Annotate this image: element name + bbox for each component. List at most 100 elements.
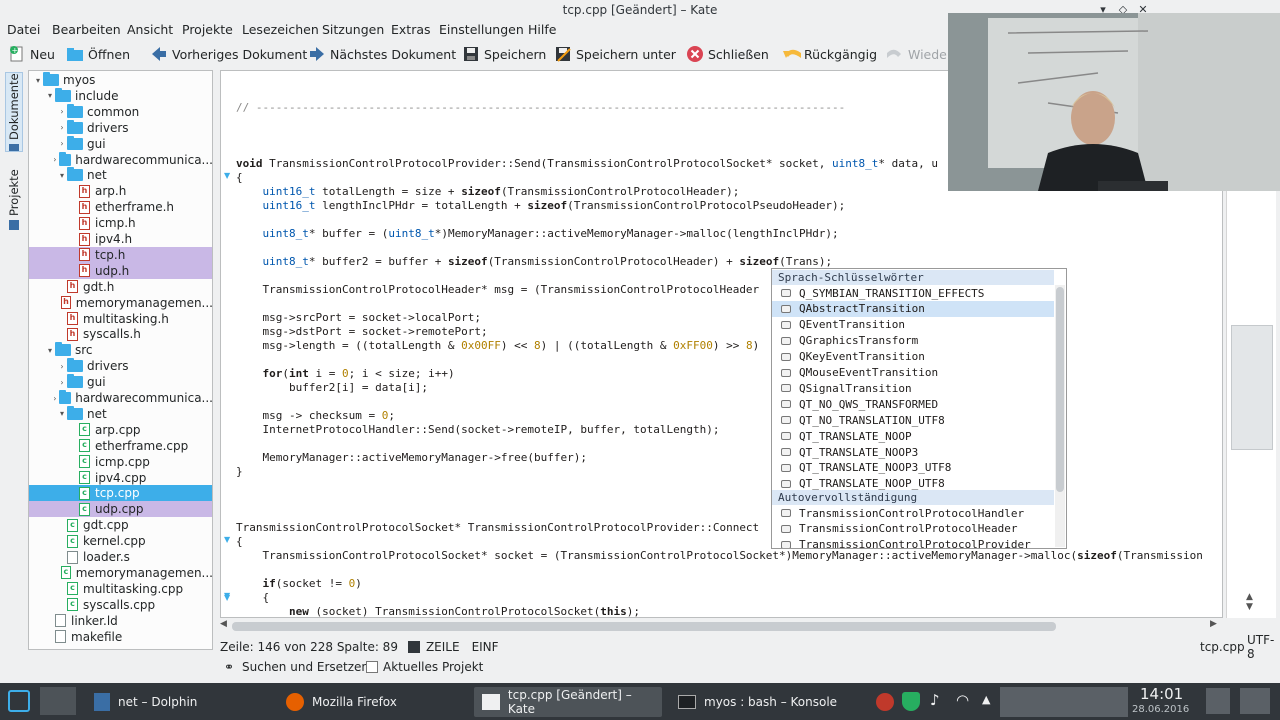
chevron-down-icon[interactable]: ▾ (57, 171, 67, 180)
tree-folder[interactable]: › hardwarecommunica... (29, 151, 212, 168)
save-button[interactable]: Speichern (462, 42, 546, 66)
menu-lesezeichen[interactable]: Lesezeichen (242, 22, 319, 37)
tree-file[interactable]: c icmp.cpp (29, 454, 212, 470)
panel-settings-icon[interactable] (1240, 688, 1270, 714)
fold-marker-icon[interactable]: ▼ (224, 593, 230, 602)
volume-icon[interactable]: ♪ (930, 691, 940, 709)
menu-ansicht[interactable]: Ansicht (127, 22, 173, 37)
completion-item[interactable]: QEventTransition (772, 317, 1054, 333)
tab-documents[interactable]: Dokumente (5, 72, 23, 152)
tree-file[interactable]: h icmp.h (29, 215, 212, 231)
completion-item[interactable]: QAbstractTransition (772, 300, 1054, 317)
open-button[interactable]: Öffnen (66, 42, 130, 66)
tree-file[interactable]: loader.s (29, 549, 212, 565)
chevron-right-icon[interactable]: › (57, 139, 67, 148)
completion-item[interactable]: QT_TRANSLATE_NOOP3_UTF8 (772, 460, 1054, 476)
scroll-right-icon[interactable]: ▶ (1210, 619, 1217, 629)
code-line[interactable]: InternetProtocolHandler::Send(socket->re… (236, 423, 719, 436)
tree-folder[interactable]: › drivers (29, 358, 212, 374)
task-firefox[interactable]: Mozilla Firefox (278, 687, 466, 717)
tree-folder[interactable]: › drivers (29, 119, 212, 136)
network-icon[interactable]: ◠ (956, 691, 969, 709)
chevron-down-icon[interactable]: ▾ (45, 91, 55, 100)
clock-time[interactable]: 14:01 (1140, 685, 1183, 703)
code-line[interactable]: msg->dstPort = socket->remotePort; (236, 325, 487, 338)
code-line[interactable]: } (236, 465, 243, 478)
prev-document-button[interactable]: Vorheriges Dokument (150, 42, 307, 66)
tree-file[interactable]: makefile (29, 629, 212, 645)
code-line[interactable]: uint16_t totalLength = size + sizeof(Tra… (236, 185, 740, 198)
code-line[interactable]: for(int i = 0; i < size; i++) (236, 367, 455, 380)
tray-arrow-icon[interactable]: ▲ (982, 693, 990, 706)
tree-file[interactable]: h ipv4.h (29, 231, 212, 247)
clock-date[interactable]: 28.06.2016 (1132, 704, 1189, 715)
tab-projects[interactable]: Projekte (5, 160, 23, 230)
code-line[interactable]: void TransmissionControlProtocolProvider… (236, 157, 938, 170)
menu-projekte[interactable]: Projekte (182, 22, 233, 37)
tree-file[interactable]: h arp.h (29, 183, 212, 199)
tree-file[interactable]: h udp.h (29, 262, 212, 279)
completion-item[interactable]: QT_TRANSLATE_NOOP3 (772, 444, 1054, 460)
menu-bearbeiten[interactable]: Bearbeiten (52, 22, 121, 37)
fold-marker-icon[interactable]: ▼ (224, 535, 230, 544)
tree-folder[interactable]: ▾ src (29, 342, 212, 358)
tree-file[interactable]: h multitasking.h (29, 311, 212, 327)
code-line[interactable]: if(socket != 0) (236, 577, 362, 590)
code-line[interactable]: buffer2[i] = data[i]; (236, 381, 428, 394)
completion-item[interactable]: TransmissionControlProtocolHandler (772, 505, 1054, 521)
code-line[interactable]: TransmissionControlProtocolSocket* socke… (236, 549, 1202, 562)
menu-hilfe[interactable]: Hilfe (528, 22, 556, 37)
tree-folder[interactable]: ▾ net (29, 405, 212, 422)
tree-file[interactable]: c kernel.cpp (29, 533, 212, 549)
tree-file[interactable]: c udp.cpp (29, 501, 212, 518)
completion-item[interactable]: QT_NO_QWS_TRANSFORMED (772, 396, 1054, 412)
tree-folder[interactable]: › gui (29, 135, 212, 152)
tree-folder[interactable]: ▾ net (29, 167, 212, 183)
completion-item[interactable]: Q_SYMBIAN_TRANSITION_EFFECTS (772, 285, 1054, 301)
undo-button[interactable]: Rückgängig (782, 42, 877, 66)
tree-file[interactable]: c arp.cpp (29, 422, 212, 438)
completion-item[interactable]: TransmissionControlProtocolProvider (772, 537, 1054, 548)
completion-item[interactable]: QT_TRANSLATE_NOOP (772, 428, 1054, 444)
menu-extras[interactable]: Extras (391, 22, 431, 37)
tree-file[interactable]: c gdt.cpp (29, 517, 212, 533)
code-line[interactable]: TransmissionControlProtocolHeader* msg =… (236, 283, 759, 296)
tree-folder[interactable]: ▾ myos (29, 72, 212, 88)
show-desktop-icon[interactable] (1206, 688, 1230, 714)
completion-item[interactable]: QMouseEventTransition (772, 365, 1054, 381)
completion-item[interactable]: QT_NO_TRANSLATION_UTF8 (772, 412, 1054, 428)
chevron-right-icon[interactable]: › (57, 378, 67, 387)
chevron-right-icon[interactable]: › (57, 107, 67, 116)
tree-file[interactable]: c syscalls.cpp (29, 597, 212, 613)
tree-file[interactable]: c ipv4.cpp (29, 470, 212, 486)
save-as-button[interactable]: Speichern unter (554, 42, 676, 66)
chevron-down-icon[interactable]: ▾ (57, 409, 67, 418)
tree-file[interactable]: c memorymanagemen... (29, 565, 212, 581)
tree-file[interactable]: h etherframe.h (29, 199, 212, 215)
tree-file[interactable]: h tcp.h (29, 246, 212, 263)
chevron-down-icon[interactable]: ▾ (45, 346, 55, 355)
chevron-down-icon[interactable]: ▾ (33, 76, 43, 85)
code-line[interactable]: { (236, 591, 269, 604)
horizontal-scrollbar[interactable]: ◀ ▶ (220, 619, 1223, 633)
tree-folder[interactable]: ▾ include (29, 87, 212, 104)
tree-file[interactable]: linker.ld (29, 613, 212, 629)
menu-einstellungen[interactable]: Einstellungen (439, 22, 524, 37)
code-line[interactable]: msg -> checksum = 0; (236, 409, 394, 422)
task-dolphin[interactable]: net – Dolphin (86, 687, 271, 717)
completion-item[interactable]: QGraphicsTransform (772, 333, 1054, 349)
tree-file[interactable]: h syscalls.h (29, 326, 212, 342)
task-konsole[interactable]: myos : bash – Konsole (670, 687, 858, 717)
tree-folder[interactable]: › gui (29, 374, 212, 390)
fold-marker-icon[interactable]: ▼ (224, 171, 230, 180)
chevron-right-icon[interactable]: › (51, 155, 59, 164)
task-kate[interactable]: tcp.cpp [Geändert] – Kate (474, 687, 662, 717)
new-button[interactable]: + Neu (8, 42, 55, 66)
scroll-left-icon[interactable]: ◀ (220, 619, 227, 629)
menu-sitzungen[interactable]: Sitzungen (322, 22, 384, 37)
tree-file[interactable]: h memorymanagemen... (29, 295, 212, 311)
close-document-button[interactable]: Schließen (686, 42, 769, 66)
tree-folder[interactable]: › common (29, 103, 212, 120)
tree-file[interactable]: c etherframe.cpp (29, 438, 212, 454)
code-line[interactable]: TransmissionControlProtocolSocket* Trans… (236, 521, 759, 534)
